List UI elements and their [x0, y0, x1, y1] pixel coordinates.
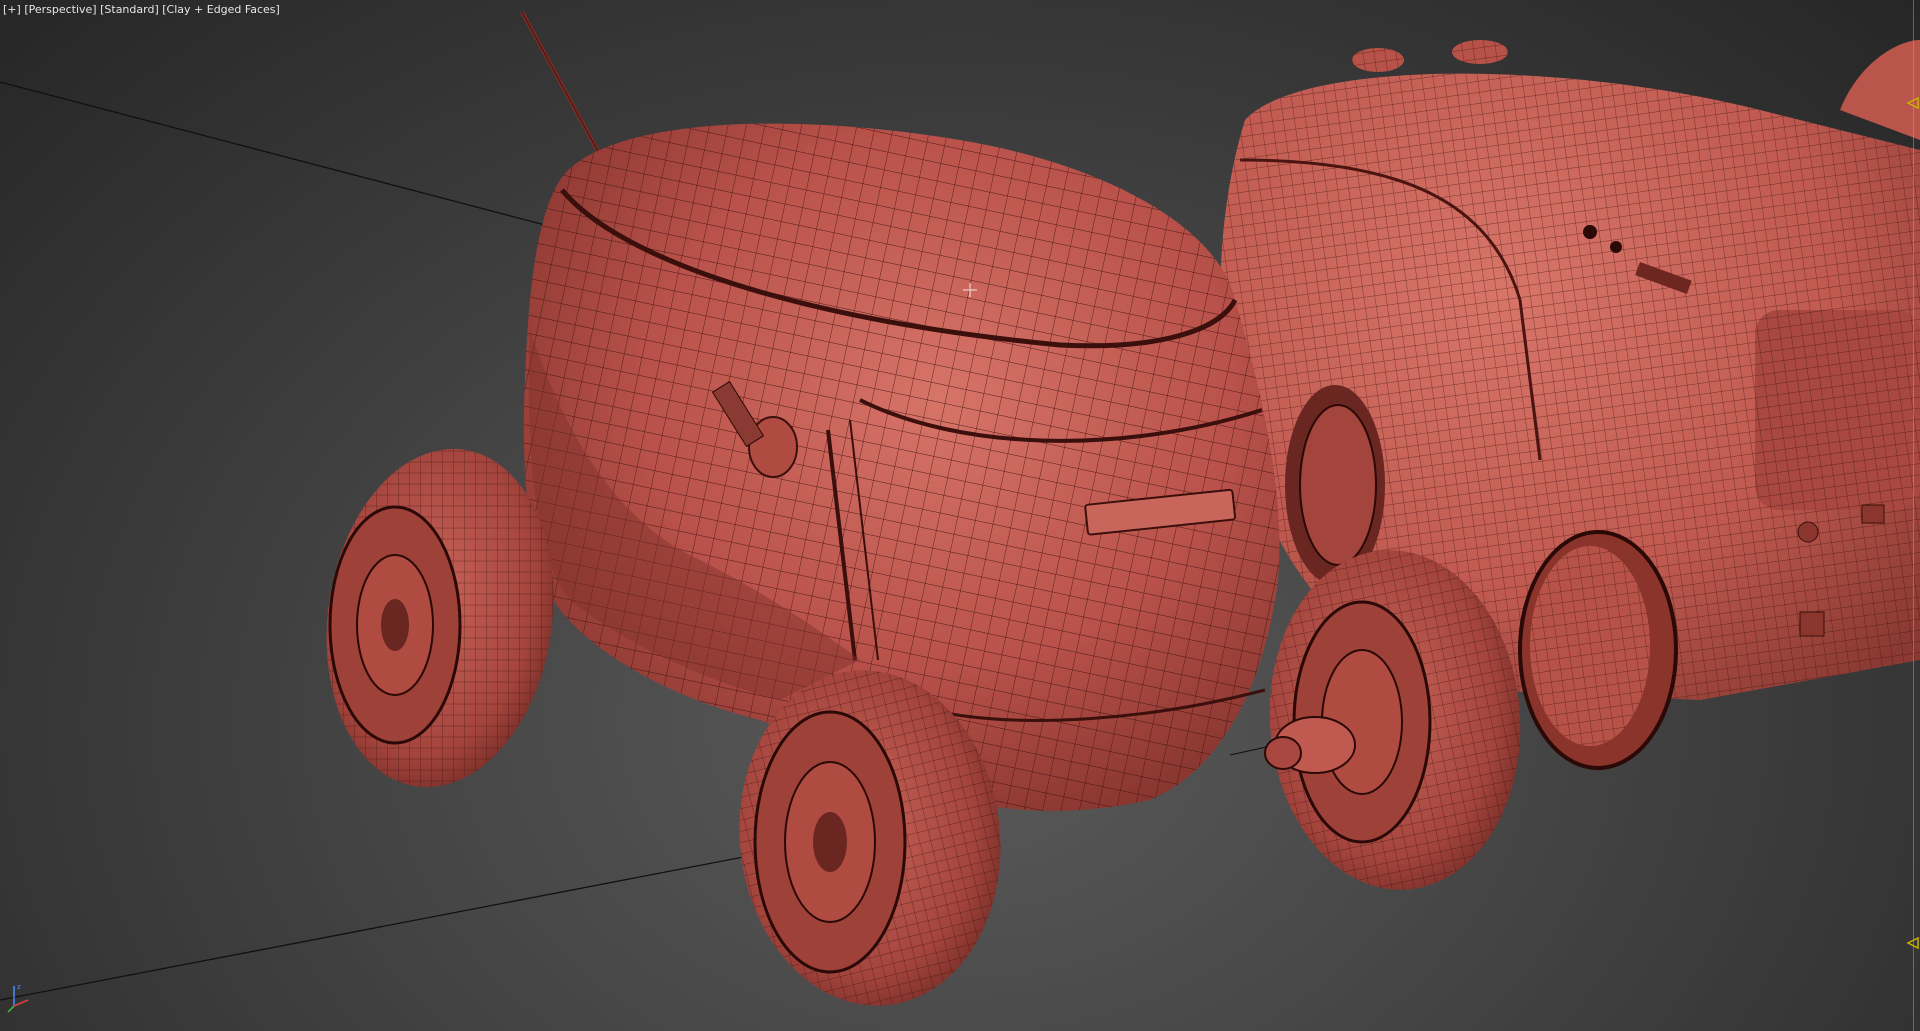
- scene-canvas[interactable]: [0, 0, 1920, 1031]
- axis-tripod-icon: z: [7, 983, 29, 1013]
- viewport-label: [+] [Perspective] [Standard] [Clay + Edg…: [3, 3, 280, 16]
- viewport-shading-standard[interactable]: [Standard]: [100, 3, 159, 16]
- viewport-edge-line: [1913, 0, 1914, 1031]
- viewport-display-mode[interactable]: [Clay + Edged Faces]: [162, 3, 280, 16]
- svg-text:z: z: [17, 983, 21, 991]
- viewport-point-of-view[interactable]: [Perspective]: [24, 3, 96, 16]
- viewport-menu-plus[interactable]: [+]: [3, 3, 21, 16]
- triangle-marker-icon: [1906, 936, 1919, 950]
- triangle-marker-icon: [1906, 96, 1919, 110]
- perspective-viewport[interactable]: [+] [Perspective] [Standard] [Clay + Edg…: [0, 0, 1920, 1031]
